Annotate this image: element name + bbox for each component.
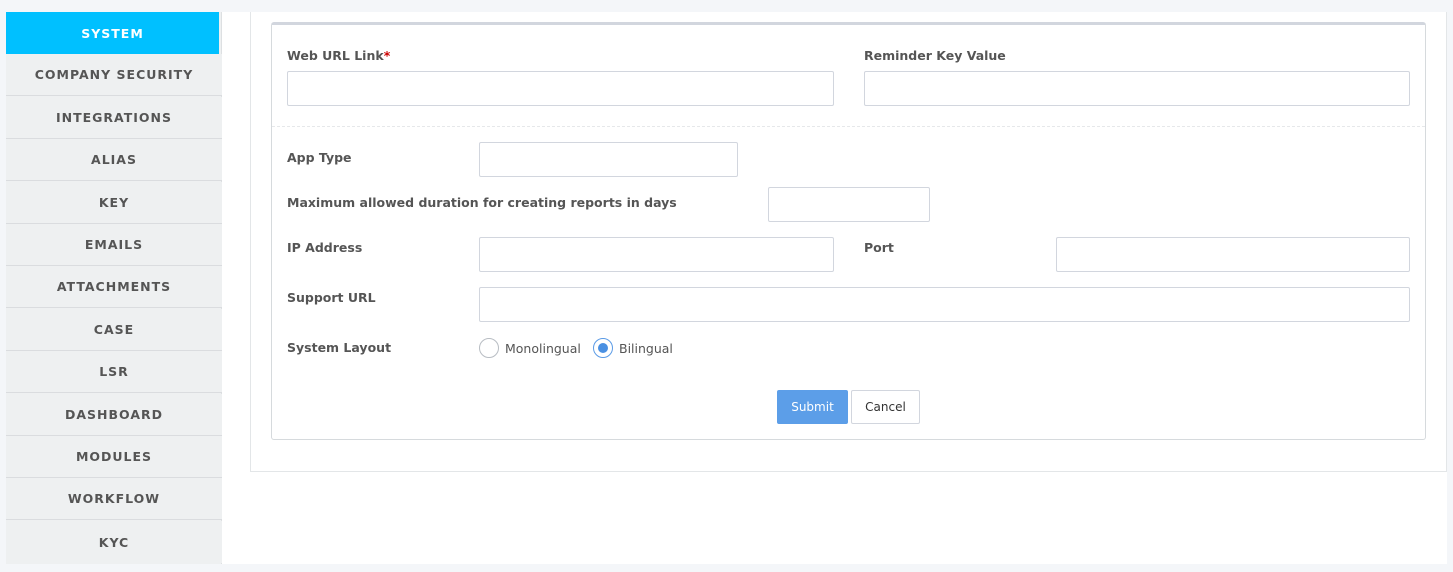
max-duration-input[interactable] <box>768 187 930 222</box>
bilingual-label[interactable]: Bilingual <box>619 341 673 356</box>
required-mark: * <box>383 48 391 63</box>
sidebar-item-company-security[interactable]: COMPANY SECURITY <box>6 54 222 96</box>
sidebar-item-lsr[interactable]: LSR <box>6 351 222 393</box>
ip-address-input[interactable] <box>479 237 834 272</box>
sidebar-item-integrations[interactable]: INTEGRATIONS <box>6 97 222 139</box>
sidebar-item-alias[interactable]: ALIAS <box>6 139 222 181</box>
sidebar-item-case[interactable]: CASE <box>6 309 222 351</box>
web-url-label-text: Web URL Link <box>287 48 384 63</box>
support-url-label: Support URL <box>287 290 376 305</box>
sidebar-item-attachments[interactable]: ATTACHMENTS <box>6 266 222 308</box>
sidebar-item-dashboard[interactable]: DASHBOARD <box>6 394 222 436</box>
reminder-key-input[interactable] <box>864 71 1410 106</box>
max-duration-label: Maximum allowed duration for creating re… <box>287 195 677 210</box>
reminder-key-label: Reminder Key Value <box>864 48 1006 63</box>
settings-sidebar: SYSTEM COMPANY SECURITY INTEGRATIONS ALI… <box>6 12 222 564</box>
web-url-input[interactable] <box>287 71 834 106</box>
port-input[interactable] <box>1056 237 1410 272</box>
port-label: Port <box>864 240 894 255</box>
sidebar-item-kyc[interactable]: KYC <box>6 521 222 563</box>
section-divider <box>272 126 1425 127</box>
support-url-input[interactable] <box>479 287 1410 322</box>
cancel-button[interactable]: Cancel <box>851 390 920 424</box>
sidebar-item-modules[interactable]: MODULES <box>6 436 222 478</box>
app-type-label: App Type <box>287 150 352 165</box>
sidebar-item-key[interactable]: KEY <box>6 182 222 224</box>
app-type-input[interactable] <box>479 142 738 177</box>
monolingual-label[interactable]: Monolingual <box>505 341 581 356</box>
app-root: SYSTEM COMPANY SECURITY INTEGRATIONS ALI… <box>0 0 1453 572</box>
submit-button[interactable]: Submit <box>777 390 848 424</box>
sidebar-item-emails[interactable]: EMAILS <box>6 224 222 266</box>
bilingual-radio[interactable] <box>593 338 613 358</box>
monolingual-radio[interactable] <box>479 338 499 358</box>
system-layout-label: System Layout <box>287 340 392 355</box>
web-url-label: Web URL Link* <box>287 48 390 63</box>
ip-address-label: IP Address <box>287 240 363 255</box>
sidebar-item-workflow[interactable]: WORKFLOW <box>6 478 222 520</box>
sidebar-item-system[interactable]: SYSTEM <box>6 12 219 54</box>
